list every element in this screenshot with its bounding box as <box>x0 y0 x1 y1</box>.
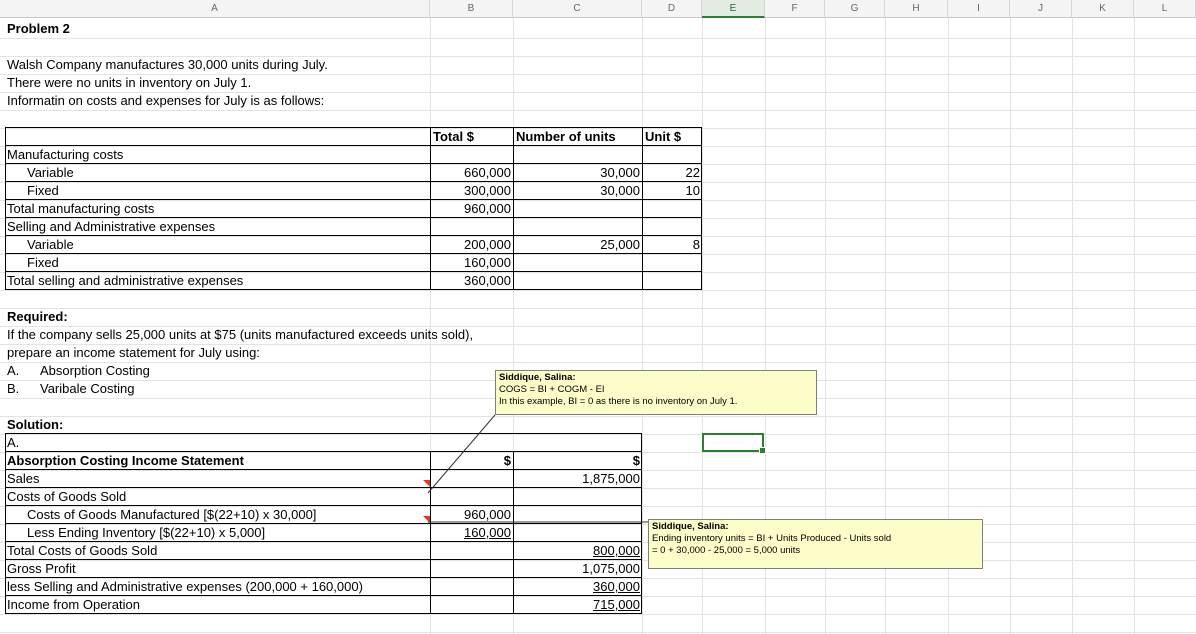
cost-table-row-line <box>5 271 702 272</box>
row-gridline <box>0 614 1196 615</box>
cost-table-col-line <box>430 127 431 290</box>
comment-line: = 0 + 30,000 - 25,000 = 5,000 units <box>652 545 801 556</box>
statement-row-line <box>5 451 642 452</box>
fill-handle[interactable] <box>759 447 766 454</box>
cost-table-row-line <box>5 145 702 146</box>
comment-line: In this example, BI = 0 as there is no i… <box>499 396 738 407</box>
required-line: prepare an income statement for July usi… <box>7 345 260 360</box>
statement-row-line <box>5 505 642 506</box>
cost-table-row-line <box>5 199 702 200</box>
row-gridline <box>0 632 1196 633</box>
cost-table-col-line <box>513 127 514 290</box>
required-item-text: Varibale Costing <box>40 381 135 396</box>
column-header-h[interactable]: H <box>885 0 948 18</box>
cost-table-row-line <box>5 163 702 164</box>
column-header-k[interactable]: K <box>1072 0 1134 18</box>
cost-table-col-line <box>642 127 643 290</box>
intro-line: Informatin on costs and expenses for Jul… <box>7 93 325 108</box>
row-gridline <box>0 38 1196 39</box>
solution-heading: Solution: <box>7 417 64 432</box>
required-heading: Required: <box>7 309 68 324</box>
column-header-b[interactable]: B <box>430 0 513 18</box>
comment-line: COGS = BI + COGM - EI <box>499 384 605 395</box>
comment-author: Siddique, Salina: <box>652 521 729 532</box>
spreadsheet-grid[interactable]: A B C D E F G H I J K L Problem 2 Walsh Company manuf… <box>0 0 1196 634</box>
statement-col-line <box>513 451 514 614</box>
statement-row-line <box>5 469 642 470</box>
comment-cogs-note[interactable]: Siddique, Salina: COGS = BI + COGM - EI In… <box>495 370 817 415</box>
statement-col-line <box>430 451 431 614</box>
column-header-l[interactable]: L <box>1134 0 1196 18</box>
problem-title: Problem 2 <box>7 21 70 36</box>
statement-row-line <box>5 523 642 524</box>
statement-row-line <box>5 559 642 560</box>
row-gridline <box>0 110 1196 111</box>
row-gridline <box>0 290 1196 291</box>
statement-row-line <box>5 577 642 578</box>
cost-table-row-line <box>5 235 702 236</box>
column-header-i[interactable]: I <box>948 0 1010 18</box>
comment-indicator[interactable] <box>423 516 430 523</box>
intro-line: There were no units in inventory on July… <box>7 75 252 90</box>
statement-row-line <box>5 487 642 488</box>
column-header-g[interactable]: G <box>825 0 885 18</box>
comment-ending-inventory-note[interactable]: Siddique, Salina: Ending inventory units … <box>648 519 983 569</box>
column-header-f[interactable]: F <box>765 0 825 18</box>
column-header-a[interactable]: A <box>0 0 430 18</box>
statement-row-line <box>5 541 642 542</box>
cost-table-row-line <box>5 217 702 218</box>
comment-indicator[interactable] <box>423 480 430 487</box>
column-header-j[interactable]: J <box>1010 0 1072 18</box>
intro-line: Walsh Company manufactures 30,000 units … <box>7 57 328 72</box>
statement-row-line <box>5 595 642 596</box>
cost-table-row-line <box>5 181 702 182</box>
column-header-e[interactable]: E <box>702 0 765 18</box>
required-item-text: Absorption Costing <box>40 363 150 378</box>
cost-table-row-line <box>5 253 702 254</box>
selected-cell[interactable] <box>702 433 766 454</box>
comment-line: Ending inventory units = BI + Units Prod… <box>652 533 892 544</box>
column-header-d[interactable]: D <box>642 0 702 18</box>
comment-author: Siddique, Salina: <box>499 372 576 383</box>
cost-table-border <box>5 127 702 290</box>
required-line: If the company sells 25,000 units at $75… <box>7 327 474 342</box>
column-header-c[interactable]: C <box>513 0 642 18</box>
